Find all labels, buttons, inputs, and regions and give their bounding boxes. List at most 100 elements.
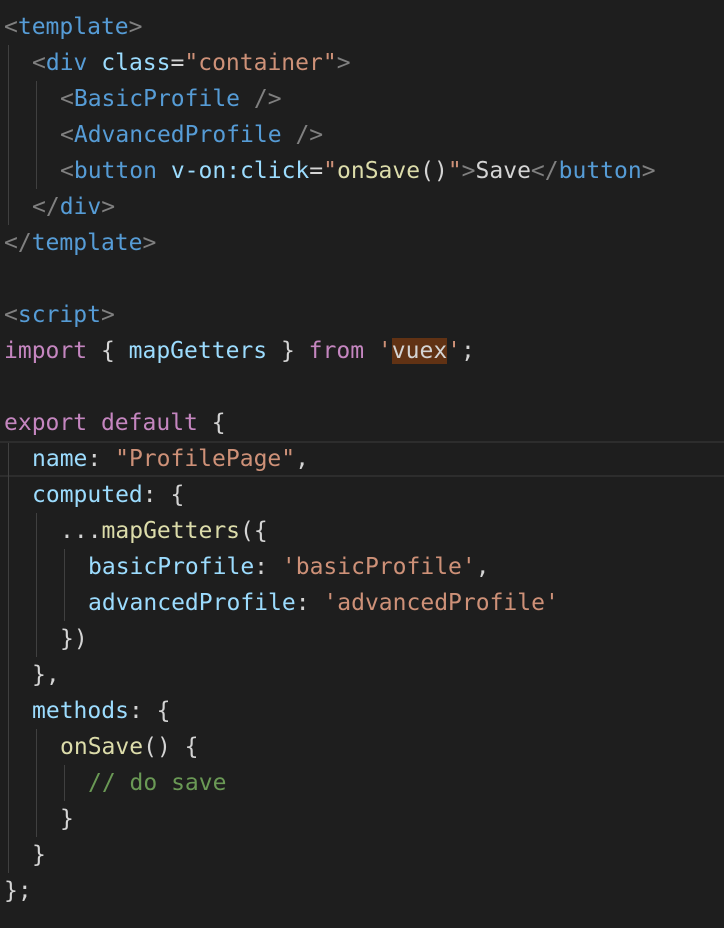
code-line[interactable]: computed: { <box>0 477 724 513</box>
code-token: " <box>323 158 338 184</box>
code-token: mapGetters <box>101 518 241 544</box>
code-line[interactable]: ...mapGetters({ <box>0 513 724 549</box>
indent-guide <box>8 801 9 837</box>
code-token: > <box>641 158 656 184</box>
code-token: computed <box>32 482 143 508</box>
code-line[interactable]: methods: { <box>0 693 724 729</box>
code-line[interactable]: <BasicProfile /> <box>0 81 724 117</box>
code-token: : <box>87 446 116 472</box>
indent-guide <box>36 729 37 765</box>
indent-guide <box>8 837 9 873</box>
code-token: name <box>32 446 88 472</box>
code-line[interactable]: <div class="container"> <box>0 45 724 81</box>
indent-guide <box>36 765 37 801</box>
code-token: < <box>4 14 18 40</box>
code-token: 'advancedProfile' <box>323 590 559 616</box>
indent-guide <box>36 621 37 657</box>
code-token: div <box>59 194 102 220</box>
code-token: : <box>254 554 282 580</box>
code-line[interactable] <box>0 369 724 405</box>
code-line[interactable]: onSave() { <box>0 729 724 765</box>
indent-guide <box>64 585 65 621</box>
code-token: { <box>197 410 226 436</box>
code-token: < <box>32 50 46 76</box>
code-text: <AdvancedProfile /> <box>60 117 323 153</box>
indent-guide <box>36 585 37 621</box>
code-token: " <box>447 158 462 184</box>
code-token: template <box>17 14 129 40</box>
code-line[interactable]: } <box>0 801 724 837</box>
code-line[interactable]: }) <box>0 621 724 657</box>
code-token: < <box>60 86 74 112</box>
code-line[interactable]: basicProfile: 'basicProfile', <box>0 549 724 585</box>
code-token: ' <box>377 338 392 364</box>
indent-guide <box>64 549 65 585</box>
code-token: button <box>73 158 157 184</box>
code-text: <button v-on:click="onSave()">Save</butt… <box>60 153 656 189</box>
indent-guide <box>36 117 37 153</box>
code-line[interactable]: }; <box>0 873 724 909</box>
code-line[interactable]: </template> <box>0 225 724 261</box>
code-line[interactable]: }, <box>0 657 724 693</box>
code-line[interactable]: <template> <box>0 9 724 45</box>
code-token: </ <box>32 194 60 220</box>
indent-guide <box>8 549 9 585</box>
indent-guide <box>8 477 9 513</box>
code-text: methods: { <box>32 693 170 729</box>
code-editor[interactable]: <template> <div class="container"> <BasicP… <box>0 0 724 928</box>
code-token: } <box>60 806 74 832</box>
code-text: basicProfile: 'basicProfile', <box>88 549 490 585</box>
code-line[interactable]: <button v-on:click="onSave()">Save</butt… <box>0 153 724 189</box>
code-token: > <box>100 302 115 328</box>
indent-guide <box>8 189 9 225</box>
code-line[interactable]: </div> <box>0 189 724 225</box>
indent-guide <box>8 513 9 549</box>
code-token: } <box>267 338 309 364</box>
code-line[interactable]: name: "ProfilePage", <box>0 441 724 479</box>
indent-guide <box>8 585 9 621</box>
code-token: onSave <box>60 734 144 760</box>
code-text: }) <box>60 621 88 657</box>
code-token: // do save <box>88 770 227 796</box>
code-text: </template> <box>4 225 156 261</box>
code-line[interactable]: } <box>0 837 724 873</box>
code-token: = <box>309 158 324 184</box>
code-text: name: "ProfilePage", <box>32 443 309 475</box>
code-line[interactable]: // do save <box>0 765 724 801</box>
code-token: > <box>128 14 143 40</box>
code-line[interactable]: import { mapGetters } from 'vuex'; <box>0 333 724 369</box>
code-token: "ProfilePage" <box>115 446 296 472</box>
code-line[interactable]: <AdvancedProfile /> <box>0 117 724 153</box>
code-token: { <box>87 338 129 364</box>
code-text: <script> <box>4 297 115 333</box>
code-token: , <box>475 554 490 580</box>
code-line[interactable]: <script> <box>0 297 724 333</box>
code-line[interactable]: export default { <box>0 405 724 441</box>
code-text: <div class="container"> <box>32 45 351 81</box>
code-text: import { mapGetters } from 'vuex'; <box>4 333 475 369</box>
code-token: > <box>461 158 476 184</box>
code-token: : <box>295 590 324 616</box>
code-token: </ <box>4 230 32 256</box>
code-token: Save <box>475 158 531 184</box>
code-line[interactable] <box>0 261 724 297</box>
code-token: methods <box>32 698 129 724</box>
code-token: "container" <box>184 50 337 76</box>
code-token: </ <box>530 158 559 184</box>
code-token: > <box>336 50 351 76</box>
code-token: 'basicProfile' <box>281 554 476 580</box>
code-token: ... <box>60 518 102 544</box>
indent-guide <box>8 45 9 81</box>
code-token: ' <box>447 338 462 364</box>
code-text: computed: { <box>32 477 184 513</box>
indent-guide <box>36 153 37 189</box>
code-token: ({ <box>240 518 268 544</box>
code-token: template <box>31 230 143 256</box>
code-text: advancedProfile: 'advancedProfile' <box>88 585 559 621</box>
code-line[interactable]: advancedProfile: 'advancedProfile' <box>0 585 724 621</box>
code-token: vuex <box>391 338 448 364</box>
code-token: < <box>60 158 74 184</box>
